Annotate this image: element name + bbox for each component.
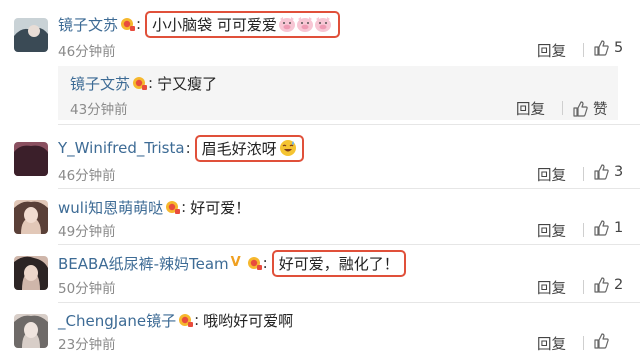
comment-line: Y_Winifred_Trista : 眉毛好浓呀 <box>58 134 304 162</box>
separator <box>583 167 584 181</box>
timestamp: 46分钟前 <box>58 44 116 60</box>
like-count: 2 <box>614 277 624 293</box>
like-count: 5 <box>614 40 624 56</box>
reply-button[interactable]: 回复 <box>537 40 566 61</box>
like-label: 赞 <box>593 102 608 118</box>
thumbs-up-icon <box>594 40 609 56</box>
highlight-box: 好可爱，融化了！ <box>271 249 406 277</box>
reply-button[interactable]: 回复 <box>537 277 566 298</box>
like-button[interactable]: 2 <box>593 277 623 293</box>
divider <box>58 244 640 245</box>
comment-line: BEABA纸尿裤-辣妈Team V : 好可爱，融化了！ <box>58 249 406 277</box>
fan-medal-icon <box>131 75 148 91</box>
highlight-box: 眉毛好浓呀 <box>194 134 304 162</box>
username[interactable]: 镜子文苏 <box>58 14 118 35</box>
reply-button[interactable]: 回复 <box>516 98 545 119</box>
comment-text: 好可爱！ <box>190 198 251 217</box>
thumbs-up-icon <box>594 164 609 180</box>
username[interactable]: Y_Winifred_Trista <box>58 139 185 157</box>
avatar[interactable] <box>14 256 48 290</box>
colon: : <box>194 311 200 329</box>
like-count: 1 <box>614 220 624 236</box>
comment-line: 镜子文苏 : 小小脑袋 可可爱爱 <box>58 10 340 38</box>
comment-line: wuli知恩萌萌哒 : 好可爱！ <box>58 194 250 220</box>
comment-text: 哦哟好可爱啊 <box>203 311 294 330</box>
timestamp: 50分钟前 <box>58 281 116 297</box>
timestamp: 49分钟前 <box>58 224 116 240</box>
colon: : <box>185 139 191 157</box>
reply-button[interactable]: 回复 <box>537 333 566 354</box>
pig-face-icon <box>295 15 315 33</box>
colon: : <box>181 198 187 216</box>
avatar[interactable] <box>14 314 48 348</box>
like-count: 3 <box>614 164 624 180</box>
pig-face-icon <box>277 15 297 33</box>
comment-text: 好可爱，融化了！ <box>278 254 399 273</box>
avatar[interactable] <box>14 200 48 234</box>
comment-line: _ChengJane镜子 : 哦哟好可爱啊 <box>58 307 293 333</box>
like-button[interactable]: 赞 <box>572 98 608 119</box>
reply-button[interactable]: 回复 <box>537 164 566 185</box>
fan-medal-icon <box>177 312 194 328</box>
highlight-box: 小小脑袋 可可爱爱 <box>145 10 340 38</box>
thumbs-up-icon <box>573 100 588 117</box>
username[interactable]: wuli知恩萌萌哒 <box>58 197 163 218</box>
verified-v-icon: V <box>230 255 241 270</box>
timestamp: 43分钟前 <box>70 102 128 118</box>
username[interactable]: BEABA纸尿裤-辣妈Team <box>58 253 229 274</box>
divider <box>58 124 640 125</box>
thumbs-up-icon <box>594 277 609 293</box>
comment-text: 小小脑袋 可可爱爱 <box>152 15 277 34</box>
like-button[interactable]: 5 <box>593 40 623 56</box>
username[interactable]: 镜子文苏 <box>70 73 130 94</box>
thumbs-up-icon <box>594 220 609 236</box>
divider <box>58 188 640 189</box>
sub-reply: 镜子文苏 : 宁又瘦了 43分钟前 回复 赞 <box>58 66 618 120</box>
emoji-group <box>277 15 333 33</box>
avatar[interactable] <box>14 142 48 176</box>
separator <box>583 280 584 294</box>
comment-line: 镜子文苏 : 宁又瘦了 <box>70 70 217 96</box>
reply-button[interactable]: 回复 <box>537 220 566 241</box>
avatar[interactable] <box>14 18 48 52</box>
fan-medal-icon <box>164 199 181 215</box>
fan-medal-icon <box>119 16 136 32</box>
separator <box>583 223 584 237</box>
comment-text: 眉毛好浓呀 <box>201 139 277 158</box>
timestamp: 23分钟前 <box>58 337 116 353</box>
colon: : <box>136 15 142 33</box>
sweat-laugh-face-icon <box>279 139 297 157</box>
pig-face-icon <box>313 15 333 33</box>
comment-text: 宁又瘦了 <box>157 74 218 93</box>
colon: : <box>148 74 154 92</box>
fan-medal-icon <box>246 255 262 271</box>
separator <box>562 101 563 115</box>
divider <box>58 302 640 303</box>
colon: : <box>262 254 268 272</box>
timestamp: 46分钟前 <box>58 168 116 184</box>
like-button[interactable]: 1 <box>593 220 623 236</box>
like-button[interactable]: 3 <box>593 164 623 180</box>
separator <box>583 336 584 350</box>
separator <box>583 43 584 57</box>
username[interactable]: _ChengJane镜子 <box>58 310 176 331</box>
